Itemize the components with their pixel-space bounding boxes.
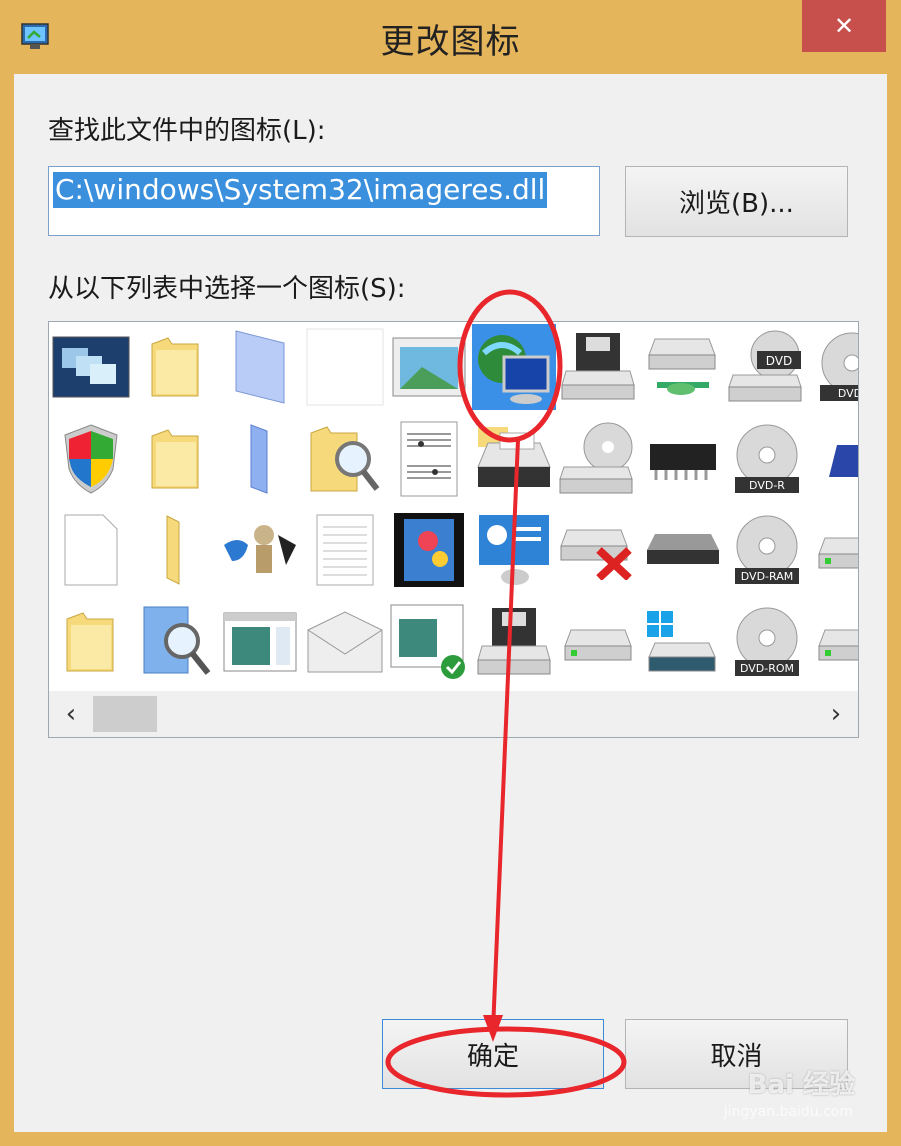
blue-drive-icon[interactable] <box>810 416 858 502</box>
folder-search-icon[interactable] <box>303 416 387 502</box>
windows-drive-icon[interactable] <box>641 599 725 685</box>
watermark-url: jingyan.baidu.com <box>723 1104 853 1120</box>
file-label: 查找此文件中的图标(L): <box>48 116 326 146</box>
removable-drive-icon[interactable] <box>641 507 725 593</box>
video-film-icon[interactable] <box>387 507 471 593</box>
icon-list-label: 从以下列表中选择一个图标(S): <box>48 274 406 304</box>
search-library-icon[interactable] <box>134 599 218 685</box>
close-icon: ✕ <box>833 12 855 40</box>
dvd-ram-disc-icon[interactable]: DVD-RAM <box>725 507 809 593</box>
dvd-rom-disc-icon[interactable]: DVD-ROM <box>725 599 809 685</box>
svg-text:DVD-RAM: DVD-RAM <box>741 570 793 583</box>
blue-folder-icon[interactable] <box>218 416 302 502</box>
dvd-r-disc-icon[interactable]: DVD-R <box>725 416 809 502</box>
svg-text:DVD-R: DVD-R <box>749 479 785 492</box>
drive-icon[interactable] <box>556 599 640 685</box>
floppy-drive-icon[interactable] <box>472 599 556 685</box>
watermark-brand: Bai 经验 <box>747 1070 855 1100</box>
folder-icon[interactable] <box>49 599 133 685</box>
scroll-right-icon[interactable]: › <box>816 691 856 737</box>
network-drive-icon[interactable] <box>641 324 725 410</box>
svg-text:DVD-ROM: DVD-ROM <box>740 662 794 675</box>
scroll-left-icon[interactable]: ‹ <box>51 691 91 737</box>
drive-icon[interactable] <box>810 599 858 685</box>
window-app-icon[interactable] <box>218 599 302 685</box>
close-button[interactable]: ✕ <box>802 0 886 52</box>
browse-button[interactable]: 浏览(B)... <box>625 166 848 237</box>
text-document-icon[interactable] <box>303 507 387 593</box>
ok-button[interactable]: 确定 <box>382 1019 604 1089</box>
file-path-value: C:\windows\System32\imageres.dll <box>53 172 548 208</box>
svg-text:DVD: DVD <box>766 354 792 368</box>
icon-list[interactable]: DVD DVD- DVD-R DVD-RAM DVD-ROM ‹ › <box>48 321 859 738</box>
window-check-icon[interactable] <box>387 599 471 685</box>
icon-grid: DVD DVD- DVD-R DVD-RAM DVD-ROM <box>49 322 858 691</box>
file-path-input[interactable]: C:\windows\System32\imageres.dll <box>48 166 600 236</box>
cd-drive-icon[interactable] <box>556 416 640 502</box>
folder-icon[interactable] <box>134 416 218 502</box>
svg-text:DVD-: DVD- <box>837 387 859 400</box>
folder-narrow-icon[interactable] <box>134 507 218 593</box>
floppy-drive-icon[interactable] <box>556 324 640 410</box>
games-icon[interactable] <box>218 507 302 593</box>
sheet-music-icon[interactable] <box>387 416 471 502</box>
presentation-icon[interactable] <box>472 507 556 593</box>
scroll-thumb[interactable] <box>93 696 157 732</box>
dvd-drive-icon[interactable]: DVD <box>725 324 809 410</box>
dialog-body: 查找此文件中的图标(L): C:\windows\System32\imager… <box>14 74 887 1132</box>
title-bar: 更改图标 ✕ <box>0 0 901 74</box>
picture-window-icon[interactable] <box>387 324 471 410</box>
folder-icon[interactable] <box>134 324 218 410</box>
blank-icon[interactable] <box>303 324 387 410</box>
remote-desktop-icon[interactable] <box>49 324 133 410</box>
drive-error-icon[interactable] <box>556 507 640 593</box>
printer-icon[interactable] <box>472 416 556 502</box>
globe-monitor-icon[interactable] <box>471 324 556 410</box>
dvd-disc-icon[interactable]: DVD- <box>810 324 859 410</box>
document-icon[interactable] <box>49 507 133 593</box>
mail-envelope-icon[interactable] <box>303 599 387 685</box>
drive-icon[interactable] <box>810 507 858 593</box>
blank-doc-blue-icon[interactable] <box>218 324 302 410</box>
chip-icon[interactable] <box>641 416 725 502</box>
security-shield-icon[interactable] <box>49 416 133 502</box>
horizontal-scrollbar[interactable]: ‹ › <box>49 691 858 737</box>
window-title: 更改图标 <box>380 22 521 62</box>
